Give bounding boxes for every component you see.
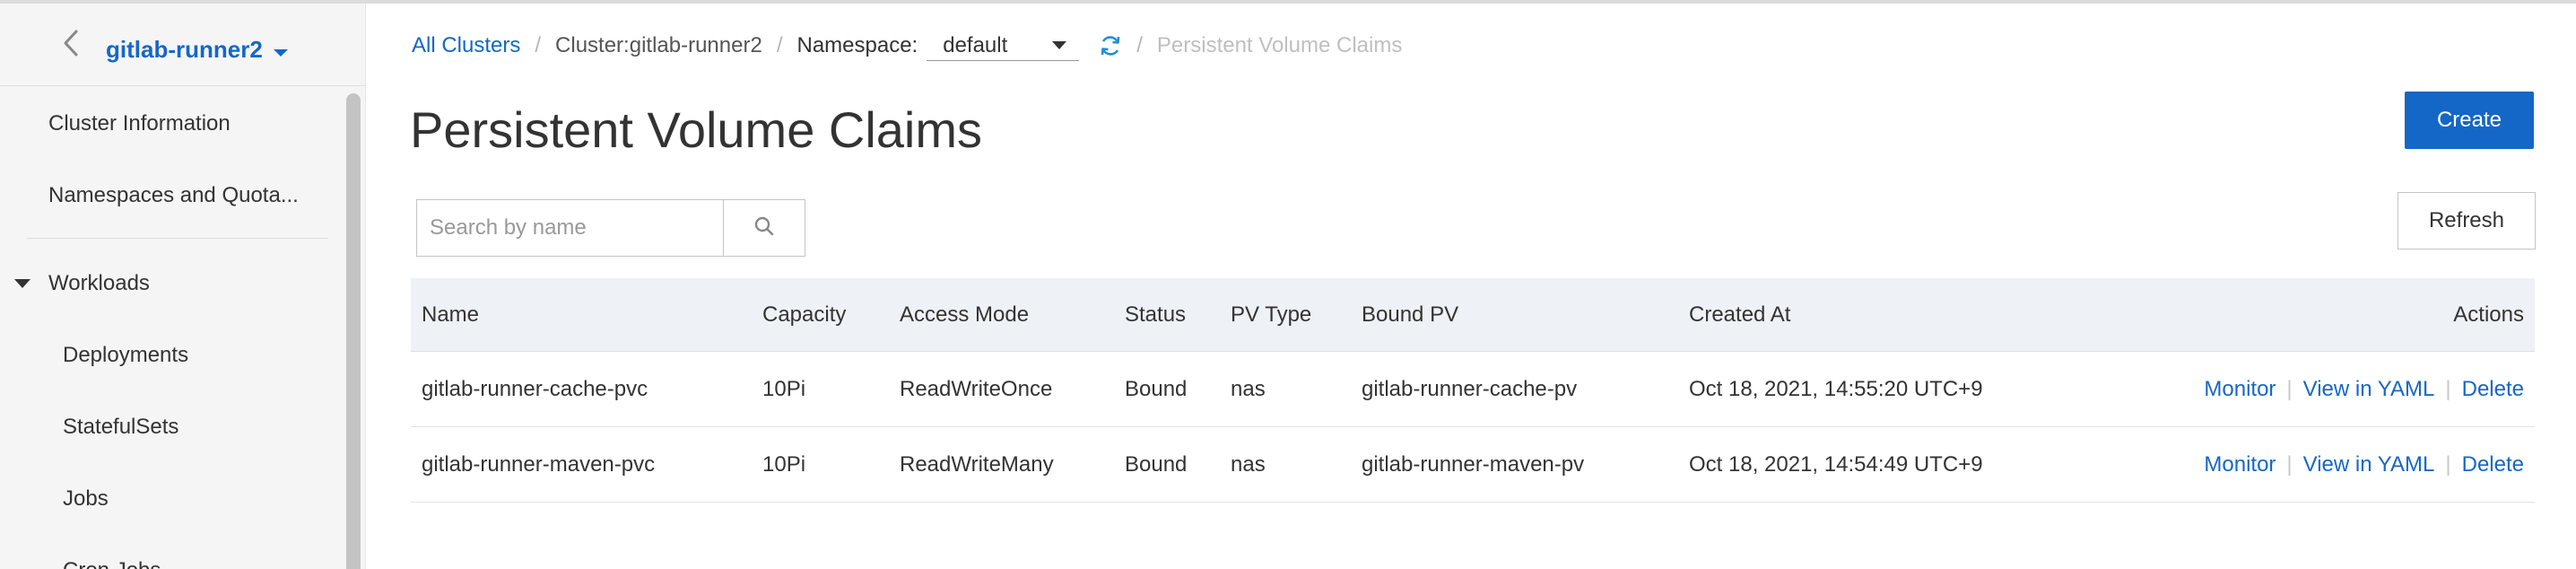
header-created-at: Created At (1689, 302, 1791, 327)
sidebar: gitlab-runner2 Cluster Information Names… (0, 4, 366, 569)
breadcrumb-cluster: Cluster:gitlab-runner2 (555, 33, 762, 57)
header-pv-type: PV Type (1231, 302, 1312, 327)
action-separator: | (2445, 376, 2451, 401)
pvc-created-at: Oct 18, 2021, 14:55:20 UTC+9 (1689, 376, 1983, 401)
delete-link[interactable]: Delete (2462, 452, 2524, 477)
breadcrumb-current: Persistent Volume Claims (1156, 33, 1403, 57)
breadcrumb: All Clusters / Cluster:gitlab-runner2 / … (412, 31, 1402, 61)
namespace-value: default (943, 32, 1008, 57)
pvc-bound-pv: gitlab-runner-maven-pv (1362, 451, 1585, 477)
monitor-link[interactable]: Monitor (2204, 377, 2276, 402)
search-input[interactable] (416, 199, 723, 257)
header-status: Status (1125, 302, 1187, 327)
search-icon (753, 215, 775, 241)
row-actions: Monitor | View in YAML | Delete (2204, 427, 2524, 502)
pvc-status: Bound (1125, 376, 1188, 401)
chevron-left-icon (63, 30, 79, 61)
sidebar-item-jobs[interactable]: Jobs (63, 486, 109, 512)
pvc-pv-type: nas (1231, 451, 1266, 477)
main-content: All Clusters / Cluster:gitlab-runner2 / … (367, 4, 2576, 569)
monitor-link[interactable]: Monitor (2204, 452, 2276, 477)
pvc-pv-type: nas (1231, 376, 1266, 401)
pvc-name-link[interactable]: gitlab-runner-maven-pvc (422, 427, 655, 502)
sidebar-item-cluster-information[interactable]: Cluster Information (48, 111, 231, 136)
header-bound-pv: Bound PV (1362, 302, 1459, 327)
table-header: Name Capacity Access Mode Status PV Type… (411, 278, 2535, 352)
cluster-switcher[interactable]: gitlab-runner2 (106, 36, 288, 64)
back-button[interactable] (56, 27, 86, 63)
pvc-created-at: Oct 18, 2021, 14:54:49 UTC+9 (1689, 451, 1983, 477)
namespace-select[interactable]: default (927, 31, 1080, 61)
pvc-name-link[interactable]: gitlab-runner-cache-pvc (422, 352, 648, 426)
view-yaml-link[interactable]: View in YAML (2303, 452, 2435, 477)
header-access-mode: Access Mode (900, 302, 1030, 327)
caret-down-icon (1052, 41, 1067, 49)
caret-down-icon (273, 48, 288, 57)
pvc-access-mode: ReadWriteOnce (900, 376, 1053, 401)
table-row: gitlab-runner-maven-pvc 10Pi ReadWriteMa… (411, 427, 2535, 503)
sidebar-divider (27, 238, 328, 239)
row-actions: Monitor | View in YAML | Delete (2204, 352, 2524, 426)
namespace-label: Namespace: (796, 33, 918, 57)
pvc-access-mode: ReadWriteMany (900, 451, 1054, 477)
refresh-icon[interactable] (1099, 34, 1122, 57)
sidebar-scrollbar[interactable] (346, 93, 361, 569)
action-separator: | (2286, 376, 2293, 401)
view-yaml-link[interactable]: View in YAML (2303, 377, 2435, 402)
breadcrumb-all-clusters[interactable]: All Clusters (412, 33, 520, 58)
breadcrumb-separator: / (535, 33, 542, 57)
create-button[interactable]: Create (2405, 92, 2534, 149)
action-separator: | (2286, 451, 2293, 477)
sidebar-group-workloads[interactable]: Workloads (14, 271, 150, 296)
refresh-button[interactable]: Refresh (2398, 192, 2536, 249)
sidebar-header: gitlab-runner2 (0, 4, 365, 86)
triangle-down-icon (14, 279, 30, 288)
page-title: Persistent Volume Claims (410, 101, 983, 158)
sidebar-group-label: Workloads (48, 271, 150, 295)
sidebar-item-namespaces-quotas[interactable]: Namespaces and Quota... (48, 183, 299, 208)
table-row: gitlab-runner-cache-pvc 10Pi ReadWriteOn… (411, 352, 2535, 427)
delete-link[interactable]: Delete (2462, 377, 2524, 402)
header-actions: Actions (2453, 302, 2524, 327)
search-button[interactable] (723, 199, 805, 257)
pvc-capacity: 10Pi (762, 376, 806, 401)
pvc-table: Name Capacity Access Mode Status PV Type… (411, 278, 2535, 503)
sidebar-item-deployments[interactable]: Deployments (63, 343, 188, 368)
cluster-name: gitlab-runner2 (106, 36, 263, 63)
breadcrumb-separator: / (776, 33, 783, 57)
sidebar-item-statefulsets[interactable]: StatefulSets (63, 415, 178, 440)
pvc-status: Bound (1125, 451, 1188, 477)
search-bar (416, 199, 805, 257)
action-separator: | (2445, 451, 2451, 477)
pvc-bound-pv: gitlab-runner-cache-pv (1362, 376, 1578, 401)
sidebar-item-cron-jobs[interactable]: Cron Jobs (63, 558, 161, 569)
header-capacity: Capacity (762, 302, 847, 327)
breadcrumb-separator: / (1136, 33, 1143, 57)
header-name[interactable]: Name (422, 278, 479, 351)
pvc-capacity: 10Pi (762, 451, 806, 477)
